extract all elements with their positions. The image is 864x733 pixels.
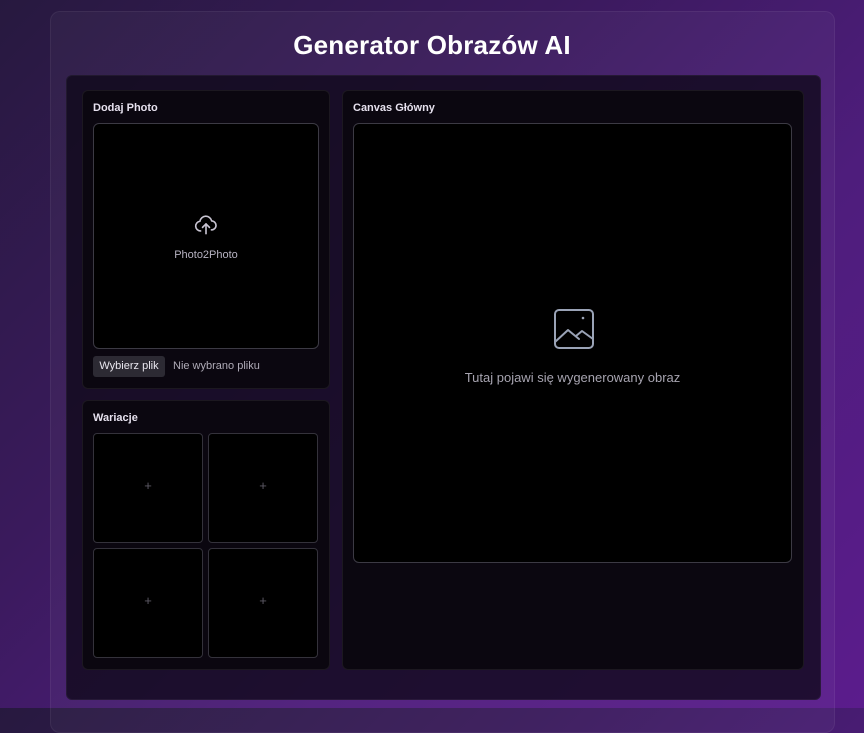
add-icon: + bbox=[144, 478, 152, 493]
image-icon bbox=[554, 309, 594, 349]
canvas-card-title: Canvas Główny bbox=[353, 102, 435, 114]
variation-tile-1[interactable]: + bbox=[93, 433, 203, 543]
upload-dropzone[interactable]: Photo2Photo bbox=[93, 123, 319, 349]
add-icon: + bbox=[259, 593, 267, 608]
variations-card-title: Wariacje bbox=[93, 412, 138, 424]
variation-tile-2[interactable]: + bbox=[208, 433, 318, 543]
variation-tile-3[interactable]: + bbox=[93, 548, 203, 658]
upload-card: Dodaj Photo Photo2Photo bbox=[82, 90, 330, 389]
canvas-card: Canvas Główny Tutaj pojawi się wygenerow… bbox=[342, 90, 804, 670]
canvas-placeholder-text: Tutaj pojawi się wygenerowany obraz bbox=[464, 370, 681, 385]
add-icon: + bbox=[259, 478, 267, 493]
choose-file-button[interactable]: Wybierz plik bbox=[93, 356, 165, 377]
page-title: Generator Obrazów AI bbox=[293, 30, 571, 60]
variation-tile-4[interactable]: + bbox=[208, 548, 318, 658]
file-status-text: Nie wybrano pliku bbox=[173, 360, 260, 372]
upload-card-title: Dodaj Photo bbox=[93, 102, 158, 114]
dropzone-label: Photo2Photo bbox=[174, 249, 238, 261]
main-canvas: Tutaj pojawi się wygenerowany obraz bbox=[353, 123, 792, 563]
cloud-upload-icon bbox=[194, 215, 217, 235]
add-icon: + bbox=[144, 593, 152, 608]
variations-card: Wariacje + + + + bbox=[82, 400, 330, 670]
